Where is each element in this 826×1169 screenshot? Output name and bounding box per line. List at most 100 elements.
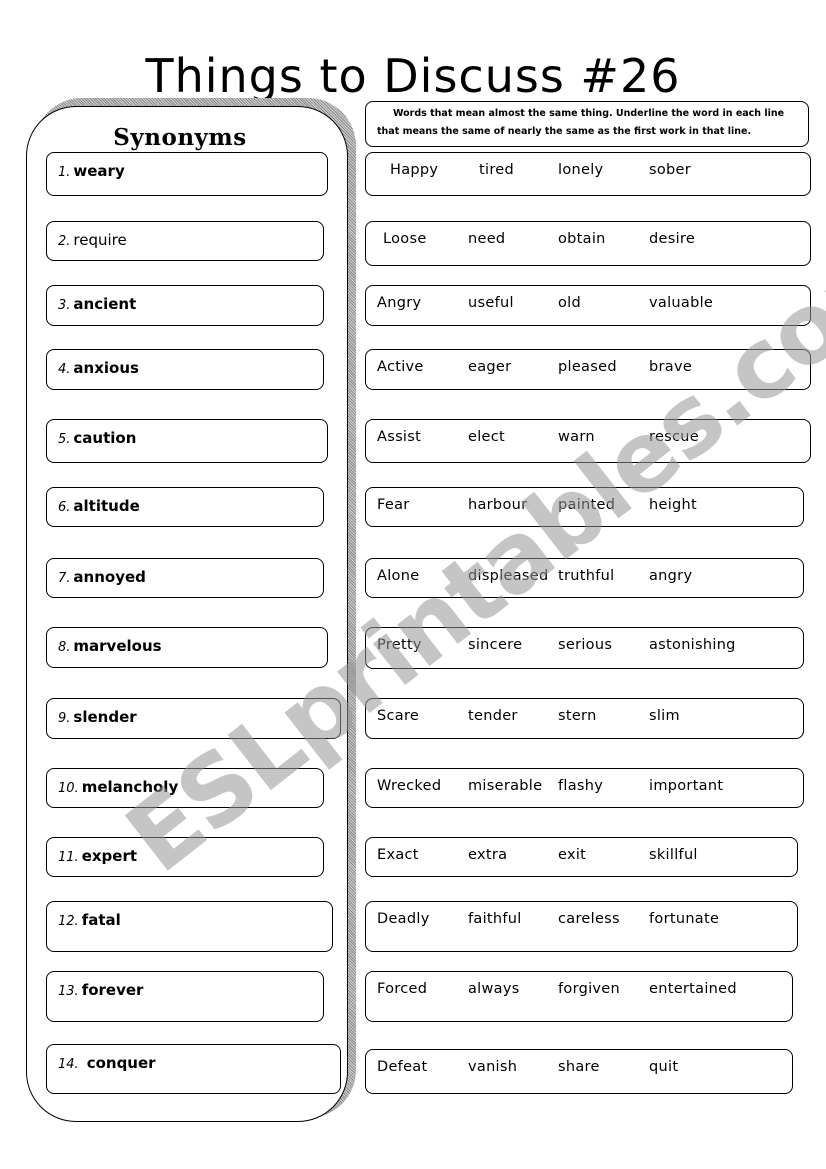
- choice-word[interactable]: tender: [468, 708, 518, 724]
- item-number: 6.: [58, 500, 71, 515]
- choice-word[interactable]: tired: [479, 162, 514, 178]
- choice-word[interactable]: Wrecked: [377, 778, 441, 794]
- choices-box-9: Scare tender stern slim: [365, 698, 804, 739]
- choice-word[interactable]: Defeat: [377, 1059, 427, 1075]
- choice-word[interactable]: Assist: [377, 429, 421, 445]
- choices-box-3: Angry useful old valuable: [365, 285, 811, 326]
- choice-word[interactable]: pleased: [558, 359, 617, 375]
- target-word: annoyed: [73, 568, 146, 586]
- choice-word[interactable]: careless: [558, 911, 620, 927]
- choice-word[interactable]: miserable: [468, 778, 542, 794]
- choice-word[interactable]: elect: [468, 429, 505, 445]
- choice-word[interactable]: obtain: [558, 231, 606, 247]
- choice-word[interactable]: old: [558, 295, 581, 311]
- word-box-9: 9. slender: [46, 698, 341, 739]
- choice-word[interactable]: truthful: [558, 568, 614, 584]
- choices-box-6: Fear harbour painted height: [365, 487, 804, 527]
- choice-word[interactable]: Happy: [390, 162, 438, 178]
- choice-word[interactable]: vanish: [468, 1059, 517, 1075]
- choice-word[interactable]: painted: [558, 497, 615, 513]
- choice-word[interactable]: harbour: [468, 497, 527, 513]
- choice-word[interactable]: share: [558, 1059, 600, 1075]
- choice-word[interactable]: Forced: [377, 981, 427, 997]
- choice-word[interactable]: rescue: [649, 429, 699, 445]
- word-box-6: 6. altitude: [46, 487, 324, 527]
- choices-box-10: Wrecked miserable flashy important: [365, 768, 804, 808]
- choice-word[interactable]: height: [649, 497, 697, 513]
- item-number: 3.: [58, 298, 71, 313]
- choice-word[interactable]: warn: [558, 429, 595, 445]
- word-box-12: 12. fatal: [46, 901, 333, 952]
- target-word: ancient: [73, 295, 137, 313]
- choice-word[interactable]: forgiven: [558, 981, 620, 997]
- choice-word[interactable]: quit: [649, 1059, 678, 1075]
- choices-box-13: Forced always forgiven entertained: [365, 971, 793, 1022]
- choice-word[interactable]: fortunate: [649, 911, 719, 927]
- choice-word[interactable]: always: [468, 981, 520, 997]
- choice-word[interactable]: serious: [558, 637, 612, 653]
- item-number: 11.: [58, 850, 79, 865]
- target-word: expert: [81, 847, 138, 865]
- word-box-1: 1. weary: [46, 152, 328, 196]
- word-box-3: 3. ancient: [46, 285, 324, 326]
- choice-word[interactable]: Exact: [377, 847, 419, 863]
- item-number: 7.: [58, 571, 71, 586]
- word-box-14: 14. conquer: [46, 1044, 341, 1094]
- choices-box-2: Loose need obtain desire: [365, 221, 811, 266]
- choices-box-12: Deadly faithful careless fortunate: [365, 901, 798, 952]
- choice-word[interactable]: need: [468, 231, 505, 247]
- item-number: 9.: [58, 711, 71, 726]
- choice-word[interactable]: Deadly: [377, 911, 430, 927]
- choice-word[interactable]: Active: [377, 359, 424, 375]
- choice-word[interactable]: important: [649, 778, 723, 794]
- choices-box-7: Alone displeased truthful angry: [365, 558, 804, 598]
- choice-word[interactable]: skillful: [649, 847, 698, 863]
- choice-word[interactable]: Loose: [383, 231, 427, 247]
- target-word: anxious: [73, 359, 139, 377]
- item-number: 12.: [58, 914, 79, 929]
- choice-word[interactable]: lonely: [558, 162, 603, 178]
- target-word: altitude: [73, 497, 140, 515]
- panel-heading: Synonyms: [113, 124, 247, 151]
- item-number: 8.: [58, 640, 71, 655]
- item-number: 1.: [58, 165, 71, 180]
- choices-box-4: Active eager pleased brave: [365, 349, 811, 390]
- target-word: fatal: [81, 911, 121, 929]
- item-number: 4.: [58, 362, 71, 377]
- word-box-4: 4. anxious: [46, 349, 324, 390]
- item-number: 13.: [58, 984, 79, 999]
- choice-word[interactable]: exit: [558, 847, 586, 863]
- word-box-13: 13. forever: [46, 971, 324, 1022]
- choice-word[interactable]: displeased: [468, 568, 549, 584]
- choice-word[interactable]: slim: [649, 708, 680, 724]
- choice-word[interactable]: stern: [558, 708, 597, 724]
- choice-word[interactable]: angry: [649, 568, 692, 584]
- choices-box-8: Pretty sincere serious astonishing: [365, 627, 804, 669]
- instructions-box: Words that mean almost the same thing. U…: [365, 101, 809, 147]
- target-word: weary: [73, 162, 125, 180]
- choice-word[interactable]: flashy: [558, 778, 603, 794]
- choice-word[interactable]: Fear: [377, 497, 410, 513]
- target-word: slender: [73, 708, 137, 726]
- choice-word[interactable]: astonishing: [649, 637, 736, 653]
- choice-word[interactable]: entertained: [649, 981, 737, 997]
- worksheet-title: Things to Discuss #26: [145, 49, 681, 103]
- target-word: marvelous: [73, 637, 162, 655]
- choice-word[interactable]: sincere: [468, 637, 522, 653]
- choice-word[interactable]: faithful: [468, 911, 522, 927]
- choice-word[interactable]: desire: [649, 231, 695, 247]
- word-box-10: 10. melancholy: [46, 768, 324, 808]
- choices-box-5: Assist elect warn rescue: [365, 419, 811, 463]
- choice-word[interactable]: eager: [468, 359, 511, 375]
- choice-word[interactable]: extra: [468, 847, 507, 863]
- choice-word[interactable]: useful: [468, 295, 514, 311]
- choice-word[interactable]: Alone: [377, 568, 419, 584]
- choice-word[interactable]: Scare: [377, 708, 419, 724]
- choice-word[interactable]: sober: [649, 162, 691, 178]
- choice-word[interactable]: Angry: [377, 295, 421, 311]
- choices-box-1: Happy tired lonely sober: [365, 152, 811, 196]
- choice-word[interactable]: brave: [649, 359, 692, 375]
- choice-word[interactable]: Pretty: [377, 637, 422, 653]
- instructions-line-1: Words that mean almost the same thing. U…: [393, 108, 785, 119]
- choice-word[interactable]: valuable: [649, 295, 713, 311]
